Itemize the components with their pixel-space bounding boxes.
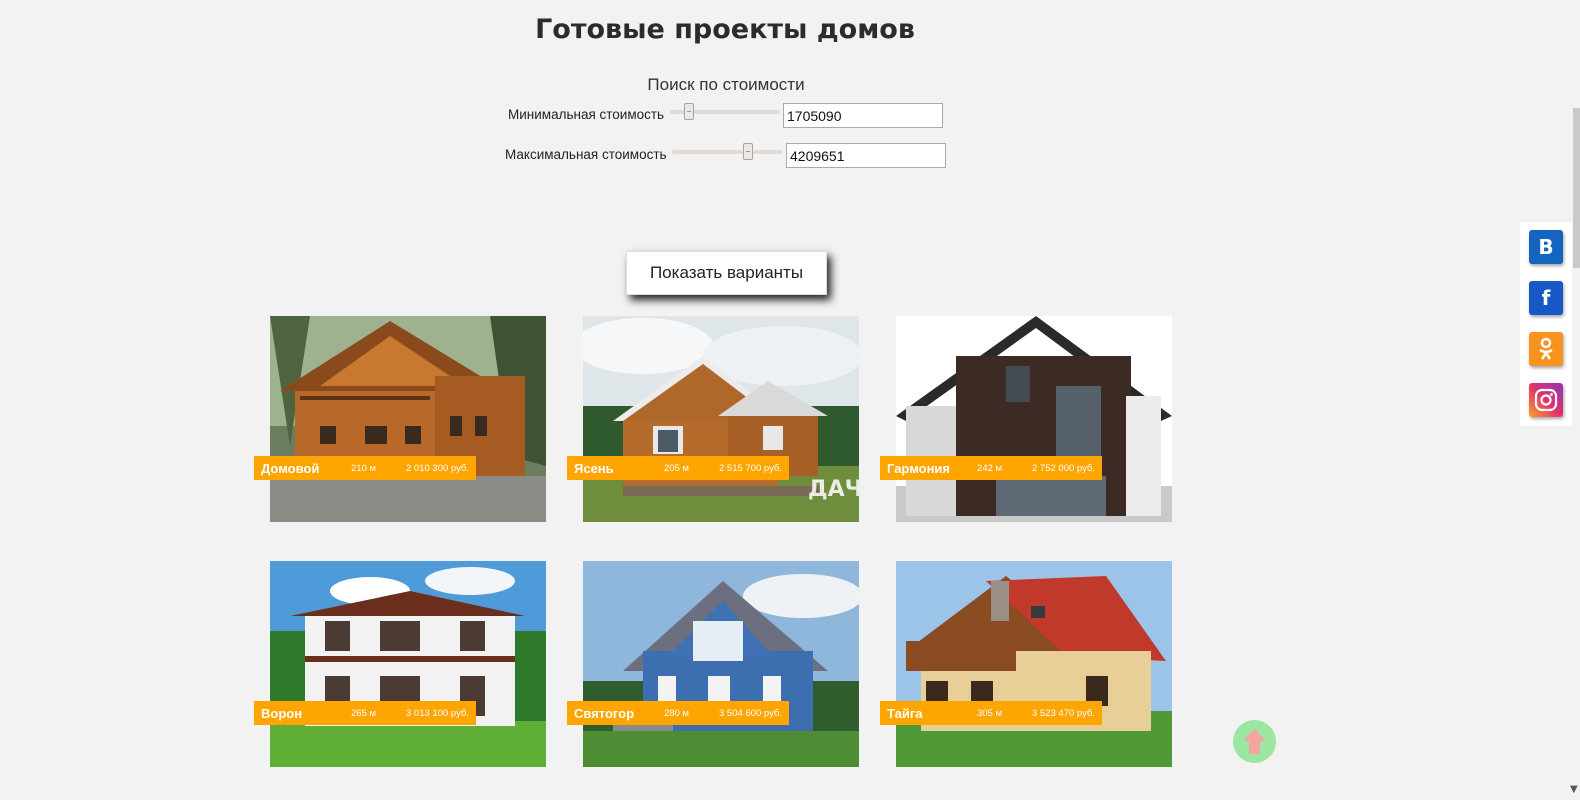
house-image-yasen: ДАЧ xyxy=(583,316,859,522)
house-image-garmoniya xyxy=(896,316,1172,522)
house-price: 3 013 100 руб. xyxy=(406,707,470,719)
scrollbar-thumb[interactable] xyxy=(1573,108,1580,268)
house-card-tayga[interactable]: Тайга 305 м 3 523 470 руб. xyxy=(880,561,1172,767)
house-image-svyatogor xyxy=(583,561,859,767)
scroll-to-top-button[interactable] xyxy=(1233,720,1276,763)
ok-button[interactable] xyxy=(1529,332,1563,366)
instagram-button[interactable] xyxy=(1529,383,1563,417)
min-price-label: Минимальная стоимость xyxy=(508,107,665,122)
facebook-button[interactable]: f xyxy=(1529,281,1563,315)
house-price: 2 010 300 руб. xyxy=(406,462,470,474)
facebook-icon: f xyxy=(1541,286,1551,310)
scroll-down-arrow-icon[interactable]: ▼ xyxy=(1570,784,1578,795)
instagram-icon xyxy=(1534,388,1558,412)
house-image-domovoy xyxy=(270,316,546,522)
house-card-voron[interactable]: Ворон 265 м 3 013 100 руб. xyxy=(254,561,546,767)
house-ribbon: Домовой 210 м 2 010 300 руб. xyxy=(254,456,476,480)
house-card-domovoy[interactable]: Домовой 210 м 2 010 300 руб. xyxy=(254,316,546,522)
max-price-row: Максимальная стоимость xyxy=(0,143,1580,169)
house-image-tayga xyxy=(896,561,1172,767)
show-options-button[interactable]: Показать варианты xyxy=(626,251,827,295)
house-price: 2 752 000 руб. xyxy=(1032,462,1096,474)
house-ribbon: Ясень 205 м 2 515 700 руб. xyxy=(567,456,789,480)
min-price-input[interactable] xyxy=(783,103,943,128)
house-card-yasen[interactable]: ДАЧ Ясень 205 м 2 515 700 руб. xyxy=(567,316,859,522)
page-title: Готовые проекты домов xyxy=(535,14,915,45)
min-price-slider[interactable] xyxy=(670,103,780,120)
max-price-label: Максимальная стоимость xyxy=(505,147,667,162)
house-ribbon: Ворон 265 м 3 013 100 руб. xyxy=(254,701,476,725)
house-card-garmoniya[interactable]: Гармония 242 м 2 752 000 руб. xyxy=(880,316,1172,522)
min-price-slider-handle[interactable] xyxy=(684,103,694,120)
max-price-slider-handle[interactable] xyxy=(743,143,753,160)
house-name: Домовой xyxy=(261,460,320,476)
search-title: Поиск по стоимости xyxy=(647,75,805,94)
house-ribbon: Тайга 305 м 3 523 470 руб. xyxy=(880,701,1102,725)
house-area: 205 м xyxy=(664,462,690,474)
ok-icon xyxy=(1539,337,1553,360)
house-card-svyatogor[interactable]: Святогор 280 м 3 504 600 руб. xyxy=(567,561,859,767)
arrow-up-icon xyxy=(1243,729,1266,754)
house-ribbon: Святогор 280 м 3 504 600 руб. xyxy=(567,701,789,725)
house-area: 265 м xyxy=(351,707,377,719)
house-ribbon: Гармония 242 м 2 752 000 руб. xyxy=(880,456,1102,480)
house-name: Ясень xyxy=(574,460,614,476)
house-name: Ворон xyxy=(261,705,303,721)
social-panel: B f xyxy=(1520,222,1572,426)
house-price: 3 504 600 руб. xyxy=(719,707,783,719)
house-area: 305 м xyxy=(977,707,1003,719)
vk-button[interactable]: B xyxy=(1529,230,1563,264)
house-area: 210 м xyxy=(351,462,377,474)
max-price-input[interactable] xyxy=(786,143,946,168)
house-price: 2 515 700 руб. xyxy=(719,462,783,474)
max-price-slider[interactable] xyxy=(672,143,782,160)
house-area: 242 м xyxy=(977,462,1003,474)
house-name: Тайга xyxy=(887,705,923,721)
house-name: Святогор xyxy=(574,705,635,721)
vk-icon: B xyxy=(1538,235,1554,259)
house-price: 3 523 470 руб. xyxy=(1032,707,1096,719)
house-area: 280 м xyxy=(664,707,690,719)
house-name: Гармония xyxy=(887,460,951,476)
house-image-voron xyxy=(270,561,546,767)
watermark-text: ДАЧ xyxy=(808,477,859,502)
min-price-row: Минимальная стоимость xyxy=(0,103,1580,129)
